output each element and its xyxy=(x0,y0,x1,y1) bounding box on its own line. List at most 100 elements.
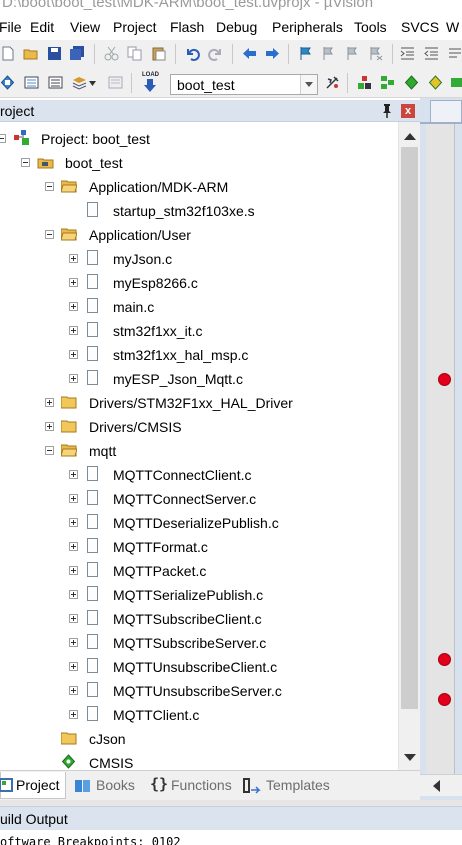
build-icon[interactable] xyxy=(24,75,39,90)
expand-toggle[interactable] xyxy=(69,518,78,527)
collapse-toggle[interactable] xyxy=(45,182,54,191)
expand-toggle[interactable] xyxy=(69,542,78,551)
tree-item-file[interactable]: MQTTConnectServer.c xyxy=(0,488,398,512)
clear-bookmarks-icon[interactable] xyxy=(368,46,383,61)
cut-icon[interactable] xyxy=(104,46,119,61)
expand-toggle[interactable] xyxy=(69,638,78,647)
tree-item-file[interactable]: MQTTSubscribeServer.c xyxy=(0,632,398,656)
expand-toggle[interactable] xyxy=(69,302,78,311)
translate-icon[interactable] xyxy=(0,75,15,90)
tree-item-file[interactable]: myJson.c xyxy=(0,248,398,272)
menu-debug[interactable]: Debug xyxy=(216,19,257,35)
pack-installer-icon[interactable] xyxy=(404,75,419,90)
tree-item-group[interactable]: cJson xyxy=(0,728,398,752)
menu-flash[interactable]: Flash xyxy=(170,19,204,35)
navigate-forward-icon[interactable] xyxy=(265,46,280,61)
tree-item-file[interactable]: startup_stm32f103xe.s xyxy=(0,200,398,224)
scroll-up-icon[interactable] xyxy=(404,133,416,140)
tab-books[interactable]: Books xyxy=(70,772,142,799)
collapse-toggle[interactable] xyxy=(45,230,54,239)
tree-item-component[interactable]: CMSIS xyxy=(0,752,398,770)
target-options-icon[interactable] xyxy=(325,75,340,90)
tree-item-group[interactable]: Drivers/CMSIS xyxy=(0,416,398,440)
tree-item-group[interactable]: mqtt xyxy=(0,440,398,464)
breakpoint-icon[interactable] xyxy=(438,653,451,666)
expand-toggle[interactable] xyxy=(45,398,54,407)
tree-item-group[interactable]: Application/User xyxy=(0,224,398,248)
menu-tools[interactable]: Tools xyxy=(354,19,387,35)
tab-functions[interactable]: {} Functions xyxy=(145,772,237,799)
save-all-icon[interactable] xyxy=(70,46,85,61)
tree-item-file[interactable]: MQTTSubscribeClient.c xyxy=(0,608,398,632)
tree-item-file[interactable]: MQTTDeserializePublish.c xyxy=(0,512,398,536)
menu-peripherals[interactable]: Peripherals xyxy=(272,19,343,35)
project-tree[interactable]: Project: boot_test boot_test Application… xyxy=(0,122,398,770)
select-software-packs-icon[interactable] xyxy=(428,75,443,90)
close-pane-button[interactable]: x xyxy=(401,104,415,118)
scrollbar-thumb[interactable] xyxy=(401,147,418,709)
editor-file-tab[interactable] xyxy=(430,100,462,122)
chevron-down-icon[interactable] xyxy=(89,81,96,86)
paste-icon[interactable] xyxy=(151,46,166,61)
pin-icon[interactable] xyxy=(380,103,394,119)
chevron-down-icon[interactable] xyxy=(300,75,317,94)
tree-item-file[interactable]: MQTTConnectClient.c xyxy=(0,464,398,488)
tree-item-file[interactable]: stm32f1xx_it.c xyxy=(0,320,398,344)
indent-icon[interactable] xyxy=(400,46,415,61)
tree-item-file[interactable]: MQTTSerializePublish.c xyxy=(0,584,398,608)
scroll-down-icon[interactable] xyxy=(404,754,416,761)
expand-toggle[interactable] xyxy=(45,422,54,431)
redo-icon[interactable] xyxy=(208,46,223,61)
tree-item-group[interactable]: Drivers/STM32F1xx_HAL_Driver xyxy=(0,392,398,416)
tab-templates[interactable]: Templates xyxy=(240,772,336,799)
collapse-toggle[interactable] xyxy=(45,446,54,455)
menu-project[interactable]: Project xyxy=(113,19,157,35)
tree-item-file[interactable]: MQTTPacket.c xyxy=(0,560,398,584)
menu-file[interactable]: File xyxy=(0,19,22,35)
stop-build-icon[interactable] xyxy=(108,75,123,90)
scroll-left-icon[interactable] xyxy=(433,780,440,792)
menu-svcs[interactable]: SVCS xyxy=(401,19,439,35)
new-file-icon[interactable] xyxy=(1,46,16,61)
expand-toggle[interactable] xyxy=(69,350,78,359)
tree-item-file[interactable]: myESP_Json_Mqtt.c xyxy=(0,368,398,392)
open-folder-icon[interactable] xyxy=(23,46,38,61)
next-bookmark-icon[interactable] xyxy=(345,46,360,61)
navigate-back-icon[interactable] xyxy=(242,46,257,61)
expand-toggle[interactable] xyxy=(69,686,78,695)
download-button[interactable]: LOAD xyxy=(139,72,161,94)
breakpoint-icon[interactable] xyxy=(438,693,451,706)
target-select[interactable]: boot_test xyxy=(170,74,318,95)
expand-toggle[interactable] xyxy=(69,326,78,335)
build-output-body[interactable]: oftware Breakpoints: 0102 xyxy=(0,830,462,845)
tree-item-project-root[interactable]: Project: boot_test xyxy=(0,128,398,152)
expand-toggle[interactable] xyxy=(69,254,78,263)
manage-project-icon[interactable] xyxy=(380,75,395,90)
prev-bookmark-icon[interactable] xyxy=(321,46,336,61)
menu-view[interactable]: View xyxy=(70,19,100,35)
copy-icon[interactable] xyxy=(127,46,142,61)
expand-toggle[interactable] xyxy=(69,662,78,671)
tree-item-file[interactable]: MQTTFormat.c xyxy=(0,536,398,560)
tree-item-target[interactable]: boot_test xyxy=(0,152,398,176)
batch-build-icon[interactable] xyxy=(72,75,87,90)
expand-toggle[interactable] xyxy=(69,710,78,719)
expand-toggle[interactable] xyxy=(69,566,78,575)
expand-toggle[interactable] xyxy=(69,278,78,287)
expand-toggle[interactable] xyxy=(69,590,78,599)
save-icon[interactable] xyxy=(47,46,62,61)
editor-horizontal-scrollbar[interactable] xyxy=(420,774,462,796)
expand-toggle[interactable] xyxy=(69,470,78,479)
editor-gutter[interactable] xyxy=(426,124,454,774)
tree-item-file[interactable]: MQTTUnsubscribeServer.c xyxy=(0,680,398,704)
expand-toggle[interactable] xyxy=(69,494,78,503)
menu-edit[interactable]: Edit xyxy=(30,19,54,35)
tree-item-file[interactable]: MQTTUnsubscribeClient.c xyxy=(0,656,398,680)
comment-icon[interactable] xyxy=(447,46,462,61)
menu-window[interactable]: W xyxy=(446,19,459,35)
collapse-toggle[interactable] xyxy=(0,134,6,143)
expand-toggle[interactable] xyxy=(69,614,78,623)
tree-item-file[interactable]: stm32f1xx_hal_msp.c xyxy=(0,344,398,368)
run-environment-icon[interactable] xyxy=(450,75,462,90)
unindent-icon[interactable] xyxy=(424,46,439,61)
